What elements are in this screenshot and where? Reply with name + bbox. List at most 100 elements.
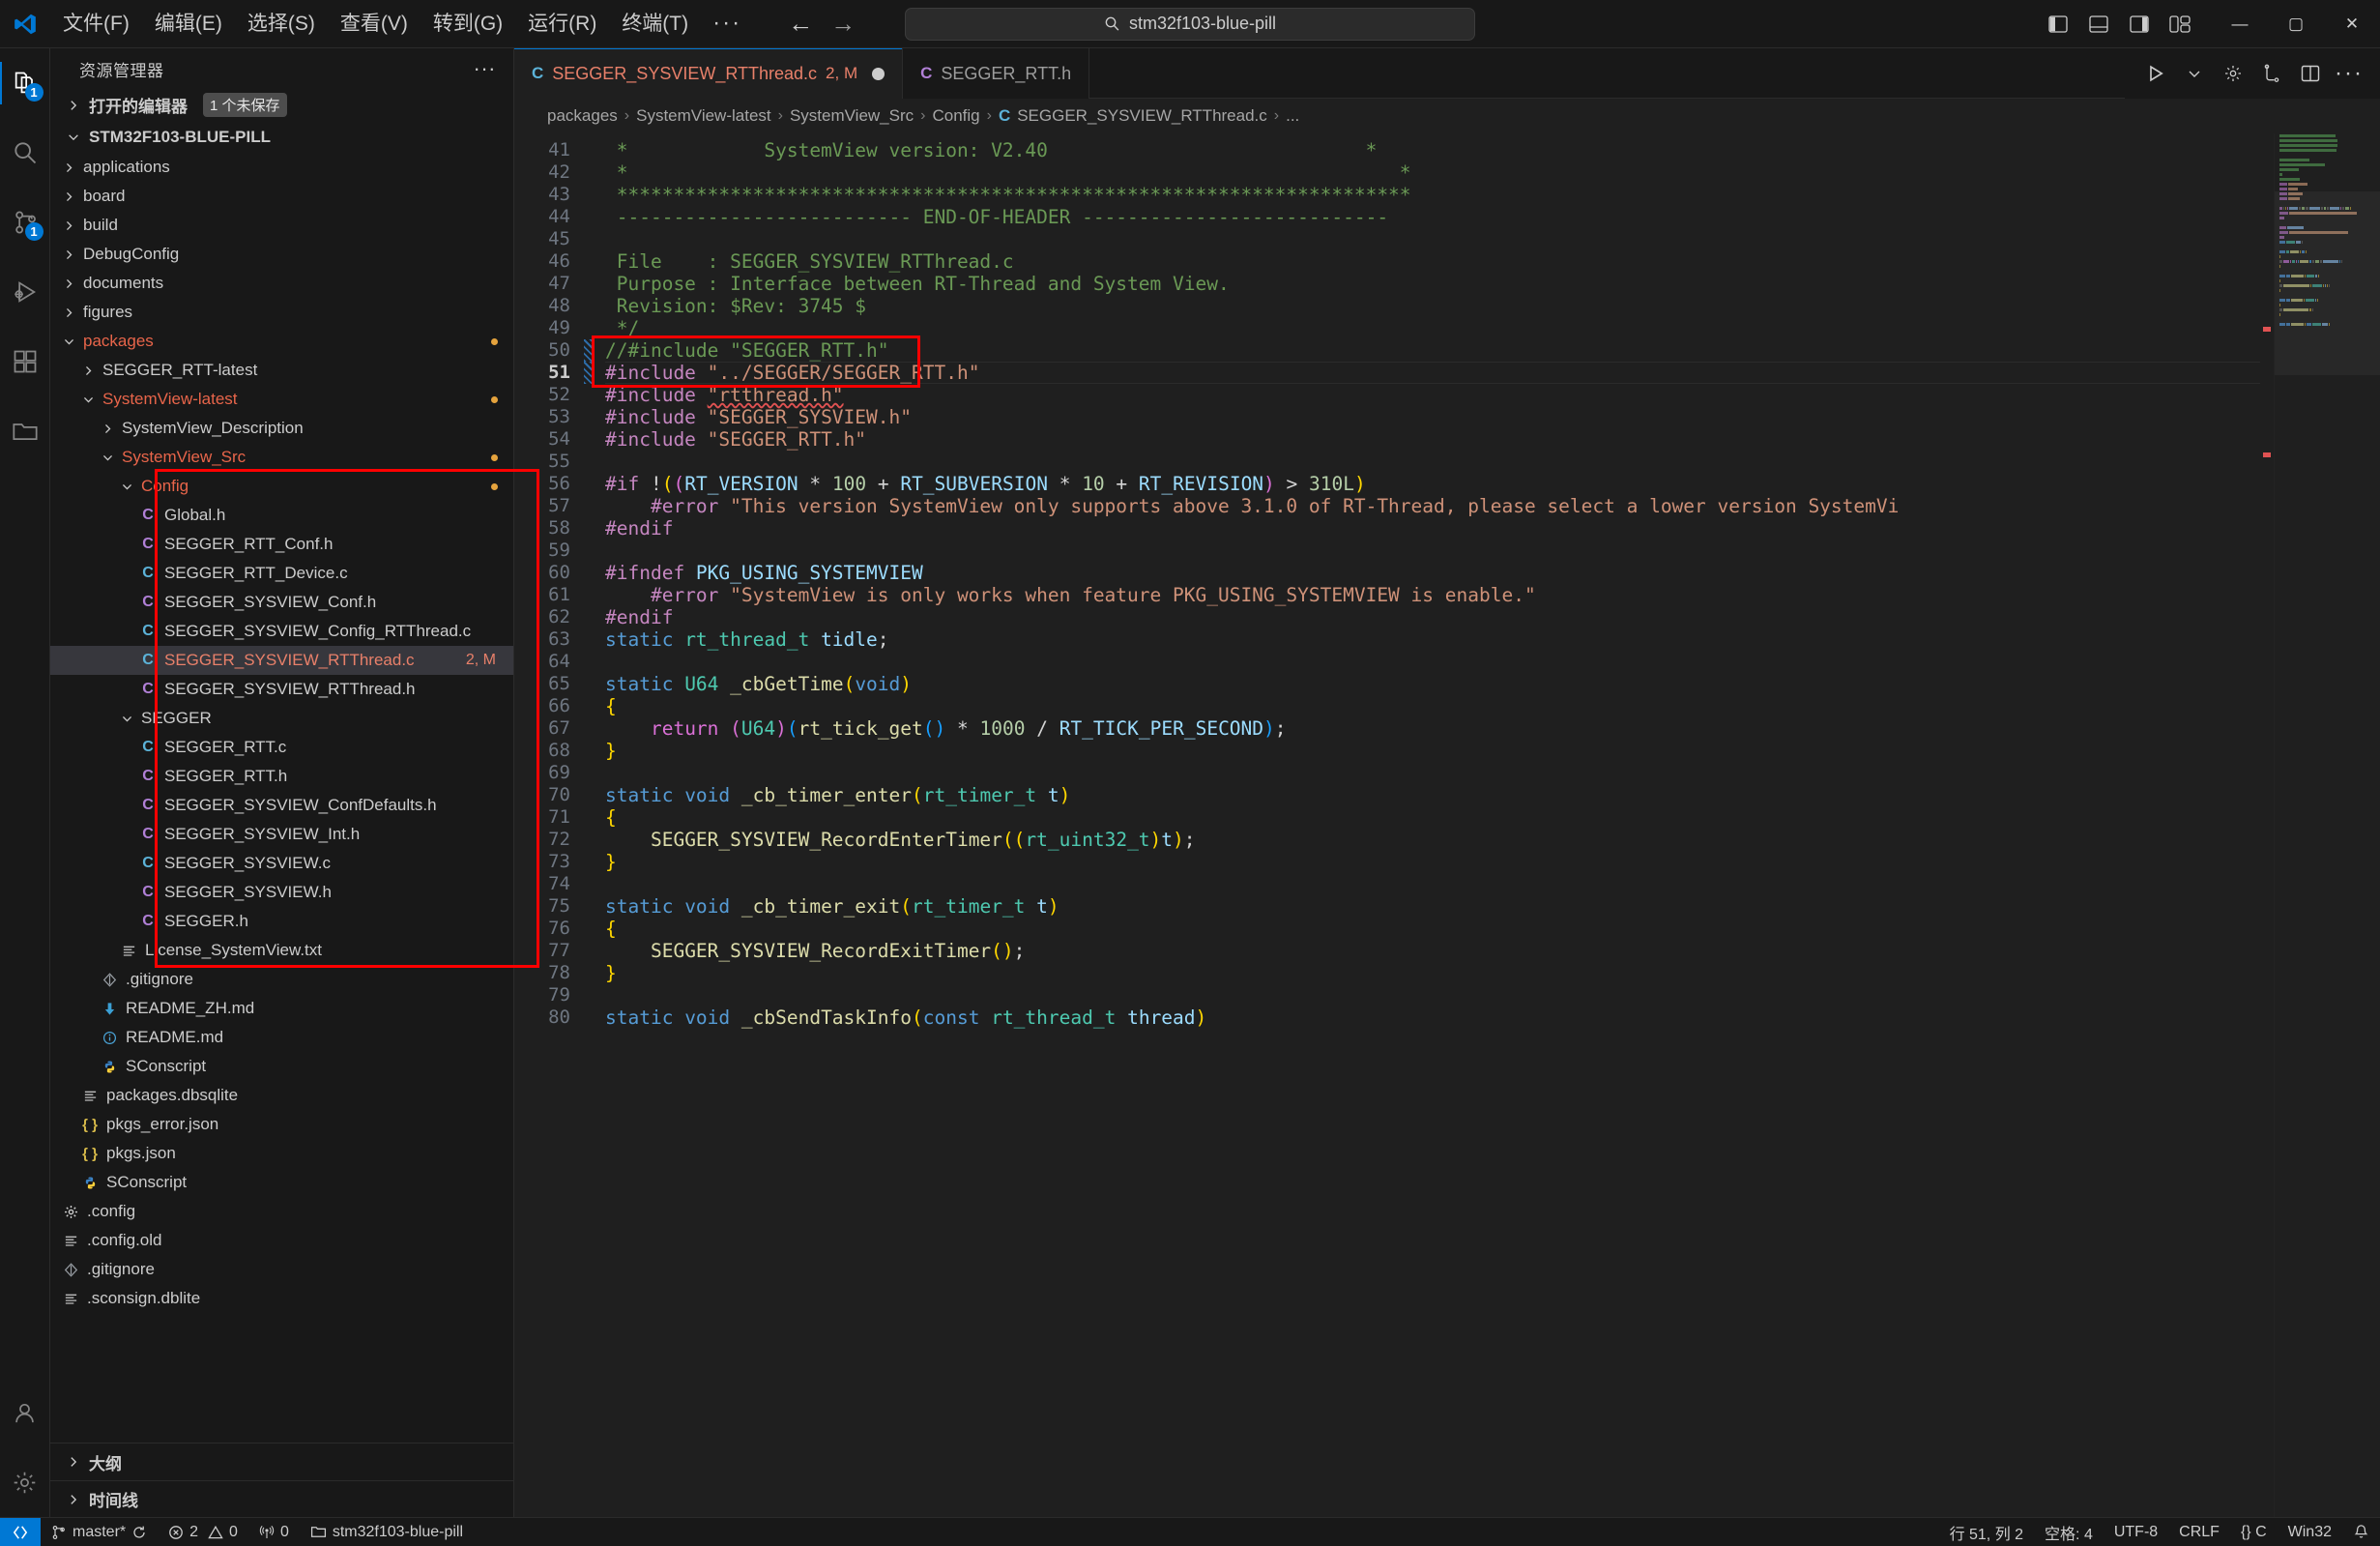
timeline-section[interactable]: 时间线 [50,1480,513,1517]
tree-row[interactable]: { } pkgs.json [50,1139,513,1168]
tree-row[interactable]: .config.old [50,1226,513,1255]
menu-edit[interactable]: 编辑(E) [142,6,235,42]
open-editors-section[interactable]: 打开的编辑器 1 个未保存 [50,89,513,121]
code-line[interactable]: } [605,962,2260,984]
toggle-panel-icon[interactable] [2080,7,2117,42]
activity-explorer[interactable]: 1 [0,48,50,118]
status-indentation[interactable]: 空格: 4 [2034,1518,2104,1546]
code-content[interactable]: * SystemView version: V2.40 * * * ******… [592,133,2260,1517]
code-line[interactable]: #include "SEGGER_SYSVIEW.h" [605,406,2260,428]
breadcrumb-item[interactable]: packages [547,106,618,126]
code-line[interactable]: #endif [605,606,2260,628]
code-line[interactable] [605,228,2260,250]
more-actions-icon[interactable]: ··· [2332,56,2366,91]
code-line[interactable]: static rt_thread_t tidle; [605,628,2260,651]
code-editor[interactable]: 41 42 43 44 45 46 47 48 49 50 51 52 53 54 55 56 57 58 59 60… [514,133,2380,1517]
minimap[interactable] [2274,133,2380,1517]
code-line[interactable]: #error "SystemView is only works when fe… [605,584,2260,606]
tree-row[interactable]: C SEGGER_SYSVIEW_Int.h [50,820,513,849]
toggle-primary-sidebar-icon[interactable] [2040,7,2076,42]
tree-row[interactable]: C Global.h [50,501,513,530]
chevron-down-icon[interactable] [97,452,118,464]
code-line[interactable]: } [605,740,2260,762]
toggle-secondary-sidebar-icon[interactable] [2121,7,2158,42]
notifications-bell-icon[interactable] [2342,1518,2380,1546]
menu-more[interactable]: ··· [701,4,753,44]
code-line[interactable]: ****************************************… [605,184,2260,206]
tree-row[interactable]: C SEGGER_SYSVIEW_ConfDefaults.h [50,791,513,820]
status-platform[interactable]: Win32 [2278,1518,2342,1546]
code-line[interactable]: #error "This version SystemView only sup… [605,495,2260,517]
command-search-input[interactable]: stm32f103-blue-pill [905,7,1475,41]
tree-row[interactable]: License_SystemView.txt [50,936,513,965]
chevron-right-icon[interactable] [58,190,79,203]
chevron-down-icon[interactable] [77,394,99,406]
tree-row[interactable]: C SEGGER.h [50,907,513,936]
status-workspace[interactable]: stm32f103-blue-pill [300,1518,474,1546]
code-line[interactable] [605,540,2260,562]
code-line[interactable]: static void _cbSendTaskInfo(const rt_thr… [605,1006,2260,1029]
status-cursor-position[interactable]: 行 51, 列 2 [1939,1518,2034,1546]
tree-row[interactable]: { } pkgs_error.json [50,1110,513,1139]
tree-row[interactable]: .sconsign.dblite [50,1284,513,1313]
minimap-slider[interactable] [2275,191,2380,375]
tree-row[interactable]: README_ZH.md [50,994,513,1023]
code-line[interactable] [605,984,2260,1006]
tree-row[interactable]: SConscript [50,1168,513,1197]
tree-row[interactable]: applications [50,153,513,182]
code-line[interactable] [605,762,2260,784]
code-line[interactable]: #ifndef PKG_USING_SYSTEMVIEW [605,562,2260,584]
code-line[interactable]: * * [605,161,2260,184]
code-line[interactable] [605,651,2260,673]
code-line[interactable] [605,451,2260,473]
file-tree[interactable]: applications board build DebugConfig documen… [50,153,513,1443]
split-editor-icon[interactable] [2293,56,2328,91]
code-line[interactable]: Revision: $Rev: 3745 $ [605,295,2260,317]
chevron-down-icon[interactable] [2177,56,2212,91]
code-line[interactable]: #endif [605,517,2260,540]
code-line[interactable]: SEGGER_SYSVIEW_RecordEnterTimer((rt_uint… [605,829,2260,851]
breadcrumb[interactable]: packages › SystemView-latest › SystemView_Sr… [514,99,2380,133]
tree-row[interactable]: packages.dbsqlite [50,1081,513,1110]
chevron-right-icon[interactable] [58,219,79,232]
code-line[interactable]: * SystemView version: V2.40 * [605,139,2260,161]
chevron-right-icon[interactable] [58,248,79,261]
tree-row[interactable]: SEGGER_RTT-latest [50,356,513,385]
code-line[interactable]: SEGGER_SYSVIEW_RecordExitTimer(); [605,940,2260,962]
editor-overview-ruler[interactable] [2260,133,2274,1517]
chevron-right-icon[interactable] [77,365,99,377]
tree-row[interactable]: .gitignore [50,965,513,994]
code-line[interactable]: #include "rtthread.h" [605,384,2260,406]
activity-settings[interactable] [0,1447,50,1517]
menu-run[interactable]: 运行(R) [515,6,609,42]
menu-selection[interactable]: 选择(S) [235,6,328,42]
chevron-down-icon[interactable] [58,335,79,348]
code-line[interactable]: //#include "SEGGER_RTT.h" [605,339,2260,362]
tree-row[interactable]: C SEGGER_SYSVIEW.c [50,849,513,878]
split-compare-icon[interactable] [2254,56,2289,91]
breadcrumb-item[interactable]: Config [932,106,979,126]
tab-segger-sysview-rtthread-c[interactable]: C SEGGER_SYSVIEW_RTThread.c 2, M [514,48,904,99]
chevron-down-icon[interactable] [116,713,137,725]
maximize-button[interactable]: ▢ [2268,0,2324,48]
tree-row-selected[interactable]: C SEGGER_SYSVIEW_RTThread.c 2, M [50,646,513,675]
chevron-right-icon[interactable] [58,161,79,174]
tree-row[interactable]: SConscript [50,1052,513,1081]
activity-run-and-debug[interactable] [0,257,50,327]
tree-row[interactable]: C SEGGER_SYSVIEW_Config_RTThread.c [50,617,513,646]
chevron-right-icon[interactable] [58,277,79,290]
tree-row[interactable]: packages [50,327,513,356]
tree-row[interactable]: .config [50,1197,513,1226]
outline-section[interactable]: 大纲 [50,1444,513,1480]
activity-extensions[interactable] [0,327,50,396]
code-line[interactable]: static void _cb_timer_enter(rt_timer_t t… [605,784,2260,806]
status-problems[interactable]: 2 0 [158,1518,248,1546]
code-line[interactable]: { [605,695,2260,717]
code-line[interactable]: #if !((RT_VERSION * 100 + RT_SUBVERSION … [605,473,2260,495]
chevron-right-icon[interactable] [97,423,118,435]
breadcrumb-item[interactable]: ... [1286,106,1299,126]
code-line[interactable]: -------------------------- END-OF-HEADER… [605,206,2260,228]
tree-row[interactable]: SystemView_Src [50,443,513,472]
menu-view[interactable]: 查看(V) [328,6,421,42]
code-line[interactable]: static void _cb_timer_exit(rt_timer_t t) [605,895,2260,918]
